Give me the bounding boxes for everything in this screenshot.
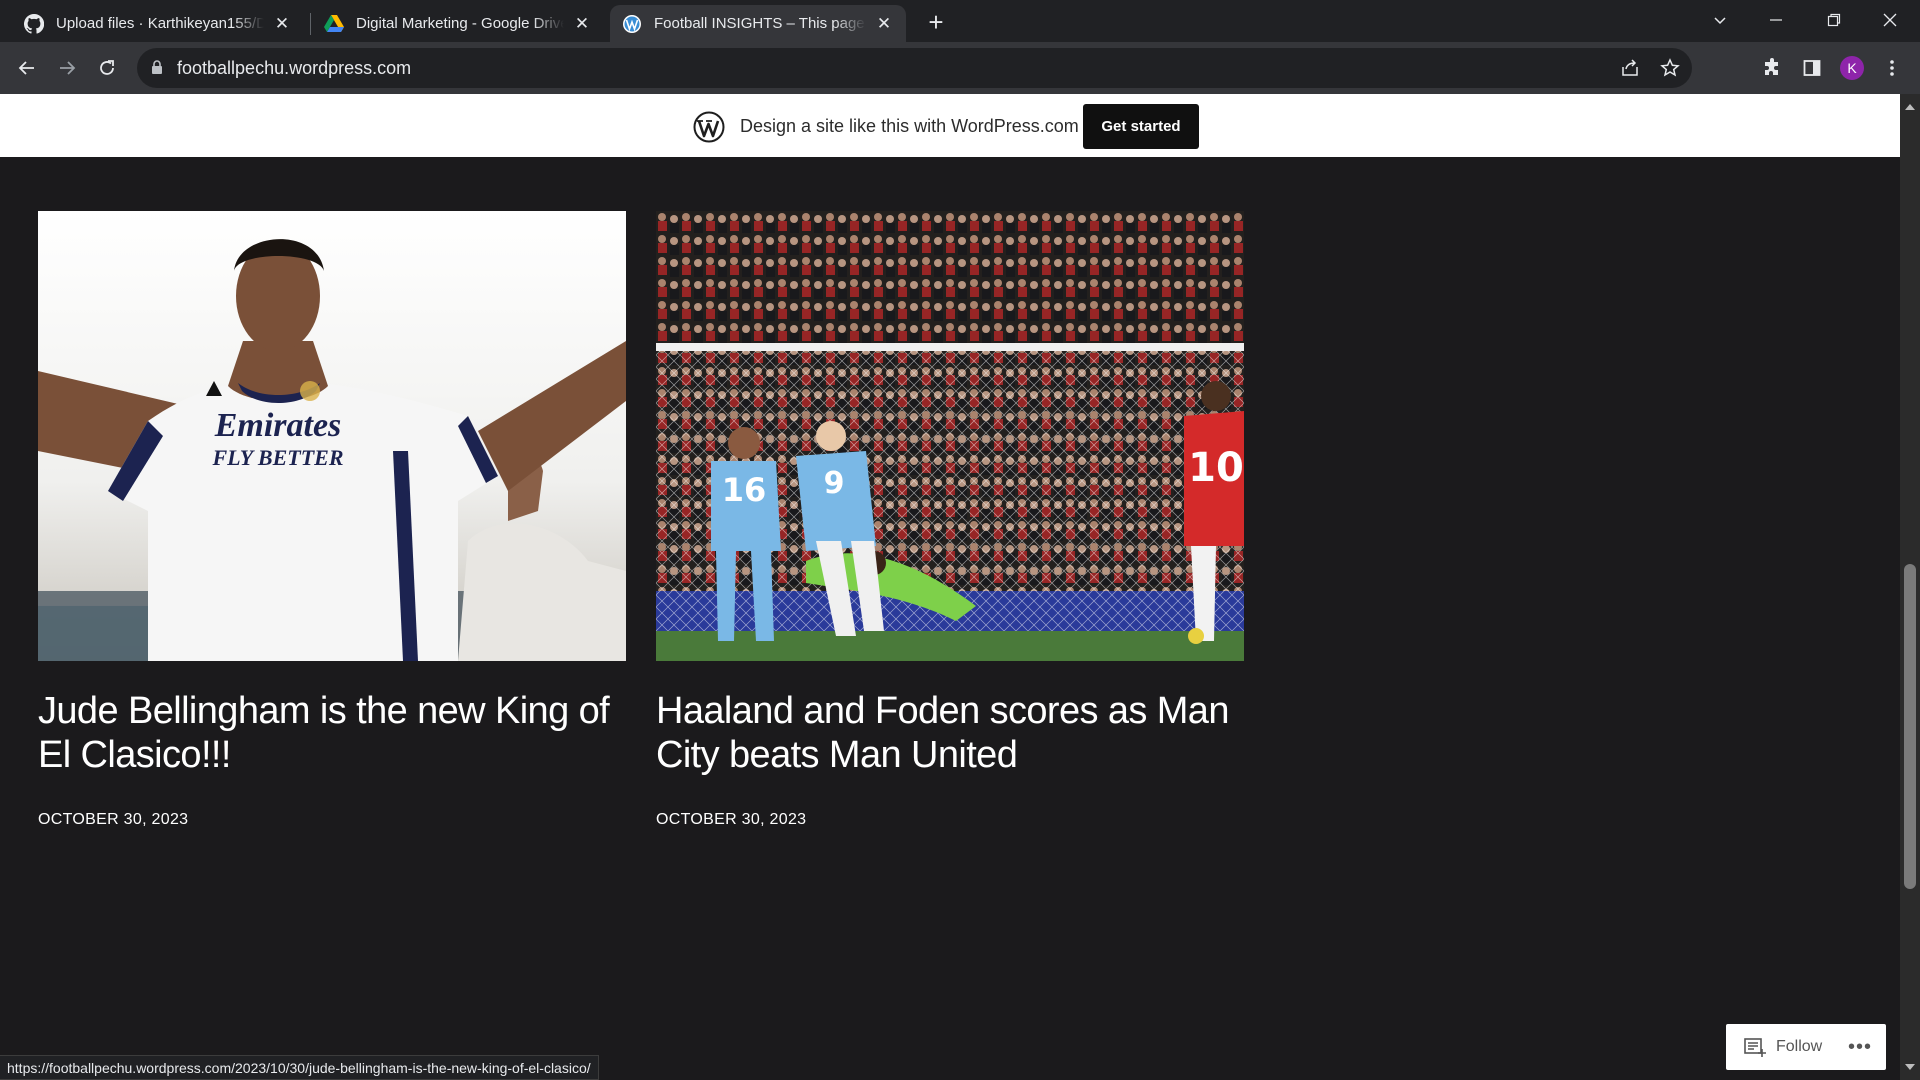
player-number-text: 10 xyxy=(1188,445,1244,491)
scroll-up-icon[interactable] xyxy=(1905,104,1915,110)
page-content: Design a site like this with WordPress.c… xyxy=(0,94,1900,1080)
get-started-button[interactable]: Get started xyxy=(1083,104,1199,149)
url-text: footballpechu.wordpress.com xyxy=(177,58,412,78)
address-bar[interactable]: footballpechu.wordpress.com xyxy=(137,48,1692,88)
profile-avatar[interactable]: K xyxy=(1836,52,1868,84)
post-card: Emirates FLY BETTER Jude Bellingham is t… xyxy=(38,211,627,829)
shirt-sponsor-text: Emirates xyxy=(214,407,342,444)
new-tab-button[interactable]: + xyxy=(922,9,950,37)
google-drive-icon xyxy=(324,14,344,32)
extensions-icon[interactable] xyxy=(1756,52,1788,84)
player-celebrating-photo: Emirates FLY BETTER xyxy=(38,211,626,661)
player-number-text: 16 xyxy=(722,471,767,509)
post-card: 16 9 10 Haaland and Foden scores as Man … xyxy=(656,211,1245,829)
tab-github[interactable]: Upload files · Karthikeyan155/Digital-Ma… xyxy=(12,5,304,42)
more-options-icon[interactable]: ••• xyxy=(1848,1036,1872,1059)
github-icon xyxy=(24,13,44,34)
follow-button[interactable]: Follow xyxy=(1776,1038,1822,1056)
post-title[interactable]: Haaland and Foden scores as Man City bea… xyxy=(656,689,1245,777)
wordpress-logo-icon[interactable] xyxy=(693,111,725,143)
share-icon[interactable] xyxy=(1620,58,1640,78)
post-title[interactable]: Jude Bellingham is the new King of El Cl… xyxy=(38,689,627,777)
close-tab-icon[interactable]: ✕ xyxy=(572,14,592,34)
banner-text[interactable]: Design a site like this with WordPress.c… xyxy=(740,116,1079,137)
wordpress-icon xyxy=(623,14,641,33)
forward-icon[interactable] xyxy=(51,52,83,84)
restore-icon[interactable] xyxy=(1806,0,1862,40)
tab-search-icon[interactable] xyxy=(1692,0,1748,40)
close-tab-icon[interactable]: ✕ xyxy=(874,14,894,34)
close-tab-icon[interactable]: ✕ xyxy=(272,14,292,34)
post-image-penalty-kick[interactable]: 16 9 10 xyxy=(656,211,1244,661)
minimize-icon[interactable] xyxy=(1748,0,1804,40)
tab-title: Digital Marketing - Google Drive xyxy=(356,15,564,32)
scrollbar-thumb[interactable] xyxy=(1904,564,1916,889)
bookmark-star-icon[interactable] xyxy=(1660,58,1680,78)
wordpress-banner: Design a site like this with WordPress.c… xyxy=(0,94,1900,157)
tab-football-insights[interactable]: Football INSIGHTS – This page is about f… xyxy=(610,5,906,42)
post-date: OCTOBER 30, 2023 xyxy=(38,811,189,828)
reload-icon[interactable] xyxy=(91,52,123,84)
back-icon[interactable] xyxy=(11,52,43,84)
lock-icon xyxy=(152,60,162,74)
player-number-text: 9 xyxy=(824,466,845,501)
tab-google-drive[interactable]: Digital Marketing - Google Drive ✕ xyxy=(312,5,604,42)
menu-kebab-icon[interactable] xyxy=(1876,52,1908,84)
follow-widget: Follow ••• xyxy=(1726,1024,1886,1070)
reader-follow-icon xyxy=(1744,1038,1766,1057)
close-window-icon[interactable] xyxy=(1862,0,1918,40)
side-panel-icon[interactable] xyxy=(1796,52,1828,84)
tab-title: Football INSIGHTS – This page is about f… xyxy=(654,15,866,32)
shirt-tagline-text: FLY BETTER xyxy=(212,445,344,470)
browser-toolbar: footballpechu.wordpress.com K xyxy=(0,42,1920,94)
tab-title: Upload files · Karthikeyan155/Digital-Ma… xyxy=(56,15,264,32)
scroll-down-icon[interactable] xyxy=(1905,1064,1915,1070)
page-scrollbar[interactable] xyxy=(1900,94,1920,1080)
avatar: K xyxy=(1840,56,1864,80)
penalty-kick-photo: 16 9 10 xyxy=(656,211,1244,661)
tab-divider xyxy=(310,13,311,35)
post-date: OCTOBER 30, 2023 xyxy=(656,811,807,828)
post-image-player-celebrating[interactable]: Emirates FLY BETTER xyxy=(38,211,626,661)
status-bar-link-preview: https://footballpechu.wordpress.com/2023… xyxy=(0,1055,599,1080)
tab-strip: Upload files · Karthikeyan155/Digital-Ma… xyxy=(0,0,1920,42)
